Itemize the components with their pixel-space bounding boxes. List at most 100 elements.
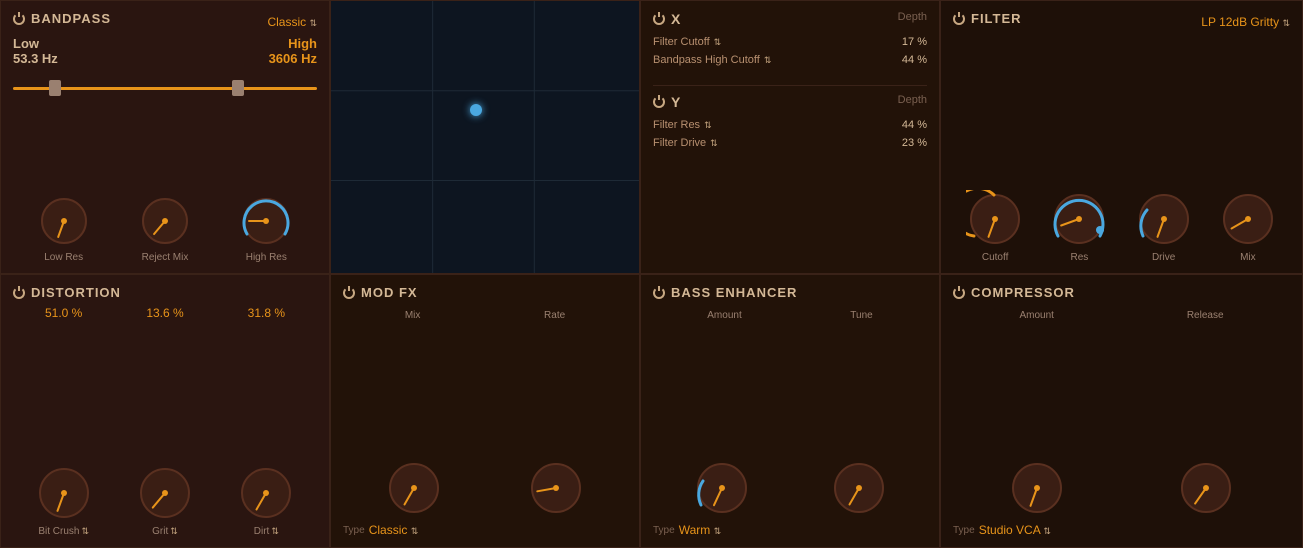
- dist-grit-label: Grit ⇅: [152, 526, 178, 537]
- bandpass-low-res-label: Low Res: [44, 252, 83, 263]
- filter-drive-knob[interactable]: [1135, 190, 1193, 248]
- distortion-panel: DISTORTION 51.0 % 13.6 % 31.8 % Bit Crus…: [0, 274, 330, 548]
- bass-title: BASS ENHANCER: [653, 285, 927, 300]
- modulation-panel: X Depth Filter Cutoff ⇅ 17 % Bandpass Hi…: [640, 0, 940, 274]
- mod-x-power-icon[interactable]: [653, 13, 665, 25]
- bass-panel: BASS ENHANCER Amount Tune: [640, 274, 940, 548]
- filter-mix-knob[interactable]: [1219, 190, 1277, 248]
- dist-dirt-group: Dirt ⇅: [237, 464, 295, 537]
- comp-type-selector[interactable]: Studio VCA ⇅: [979, 523, 1051, 537]
- filter-knobs: Cutoff Res Drive: [953, 40, 1290, 263]
- dist-bit-crush-knob[interactable]: [35, 464, 93, 522]
- bandpass-high-res-knob[interactable]: [239, 194, 293, 248]
- bass-knob-labels: Amount Tune: [653, 310, 927, 321]
- bandpass-slider[interactable]: [13, 78, 317, 98]
- mod-divider: [653, 85, 927, 86]
- mod-y-value-1: 23 %: [902, 137, 927, 149]
- filter-power-icon[interactable]: [953, 13, 965, 25]
- filter-drive-label: Drive: [1152, 252, 1175, 263]
- bandpass-knobs: Low Res Reject Mix High Res: [13, 194, 317, 263]
- modfx-type-row: Type Classic ⇅: [343, 517, 627, 537]
- bandpass-low-res-knob[interactable]: [37, 194, 91, 248]
- bandpass-low-handle[interactable]: [49, 80, 61, 96]
- dist-grit-knob[interactable]: [136, 464, 194, 522]
- filter-mix-label: Mix: [1240, 252, 1256, 263]
- bass-amount-label: Amount: [707, 310, 741, 321]
- bass-power-icon[interactable]: [653, 287, 665, 299]
- comp-release-knob[interactable]: [1177, 459, 1235, 517]
- comp-knobs: [953, 325, 1290, 517]
- bandpass-power-icon[interactable]: [13, 13, 25, 25]
- bandpass-reject-mix-knob[interactable]: [138, 194, 192, 248]
- bass-tune-group: [830, 459, 888, 517]
- xy-grid[interactable]: [331, 1, 639, 273]
- mod-y-row-1: Filter Drive ⇅ 23 %: [653, 134, 927, 152]
- xy-pad-panel[interactable]: [330, 0, 640, 274]
- modfx-power-icon[interactable]: [343, 287, 355, 299]
- comp-amount-label: Amount: [1019, 310, 1053, 321]
- bass-type-row: Type Warm ⇅: [653, 517, 927, 537]
- mod-y-power-icon[interactable]: [653, 96, 665, 108]
- compressor-power-icon[interactable]: [953, 287, 965, 299]
- bandpass-high: High 3606 Hz: [269, 36, 317, 66]
- xy-dot[interactable]: [470, 104, 482, 116]
- distortion-power-icon[interactable]: [13, 287, 25, 299]
- filter-type-selector[interactable]: LP 12dB Gritty ⇅: [1201, 15, 1290, 29]
- bandpass-high-res-group: High Res: [239, 194, 293, 263]
- comp-amount-knob[interactable]: [1008, 459, 1066, 517]
- modfx-rate-knob[interactable]: [527, 459, 585, 517]
- mod-x-row-0: Filter Cutoff ⇅ 17 %: [653, 33, 927, 51]
- dist-val-0: 51.0 %: [45, 306, 82, 320]
- bandpass-reject-mix-group: Reject Mix: [138, 194, 192, 263]
- filter-cutoff-knob[interactable]: [966, 190, 1024, 248]
- mod-x-section: X Depth Filter Cutoff ⇅ 17 % Bandpass Hi…: [653, 11, 927, 69]
- bandpass-range: Low 53.3 Hz High 3606 Hz: [13, 36, 317, 66]
- bandpass-high-handle[interactable]: [232, 80, 244, 96]
- modfx-mix-label: Mix: [405, 310, 421, 321]
- mod-y-value-0: 44 %: [902, 119, 927, 131]
- dist-bit-crush-label: Bit Crush ⇅: [38, 526, 89, 537]
- dist-val-1: 13.6 %: [146, 306, 183, 320]
- mod-y-row-0: Filter Res ⇅ 44 %: [653, 116, 927, 134]
- comp-amount-group: [1008, 459, 1066, 517]
- mod-y-section: Y Depth Filter Res ⇅ 44 % Filter Drive ⇅…: [653, 94, 927, 152]
- bass-tune-knob[interactable]: [830, 459, 888, 517]
- bass-tune-label: Tune: [850, 310, 872, 321]
- filter-cutoff-group: Cutoff: [966, 190, 1024, 263]
- comp-release-group: [1177, 459, 1235, 517]
- modfx-rate-label: Rate: [544, 310, 565, 321]
- dist-dirt-knob[interactable]: [237, 464, 295, 522]
- bandpass-title: BANDPASS: [13, 11, 111, 26]
- filter-header: FILTER LP 12dB Gritty ⇅: [953, 11, 1290, 32]
- modfx-title: MOD FX: [343, 285, 627, 300]
- mod-x-label-0: Filter Cutoff ⇅: [653, 36, 721, 48]
- bandpass-low-res-group: Low Res: [37, 194, 91, 263]
- modfx-panel: MOD FX Mix Rate Type: [330, 274, 640, 548]
- bandpass-panel: BANDPASS Classic ⇅ Low 53.3 Hz High 3606…: [0, 0, 330, 274]
- modfx-mix-group: [385, 459, 443, 517]
- bandpass-track: [13, 87, 317, 90]
- dist-val-2: 31.8 %: [248, 306, 285, 320]
- dist-grit-group: Grit ⇅: [136, 464, 194, 537]
- bandpass-type-selector[interactable]: Classic ⇅: [267, 15, 317, 29]
- filter-title: FILTER: [953, 11, 1022, 26]
- filter-panel: FILTER LP 12dB Gritty ⇅ Cutoff: [940, 0, 1303, 274]
- bass-knobs: [653, 325, 927, 517]
- bandpass-high-res-label: High Res: [246, 252, 287, 263]
- bandpass-header: BANDPASS Classic ⇅: [13, 11, 317, 32]
- bass-amount-knob[interactable]: [693, 459, 751, 517]
- modfx-type-selector[interactable]: Classic ⇅: [369, 523, 419, 537]
- modfx-knob-labels: Mix Rate: [343, 310, 627, 321]
- filter-drive-group: Drive: [1135, 190, 1193, 263]
- mod-y-title: Y: [653, 94, 680, 110]
- dist-dirt-label: Dirt ⇅: [254, 526, 279, 537]
- filter-res-label: Res: [1070, 252, 1088, 263]
- bass-type-selector[interactable]: Warm ⇅: [679, 523, 721, 537]
- filter-res-knob[interactable]: [1050, 190, 1108, 248]
- filter-mix-group: Mix: [1219, 190, 1277, 263]
- comp-release-label: Release: [1187, 310, 1224, 321]
- mod-x-header: X Depth: [653, 11, 927, 31]
- modfx-mix-knob[interactable]: [385, 459, 443, 517]
- dist-bit-crush-group: Bit Crush ⇅: [35, 464, 93, 537]
- distortion-values: 51.0 % 13.6 % 31.8 %: [13, 306, 317, 320]
